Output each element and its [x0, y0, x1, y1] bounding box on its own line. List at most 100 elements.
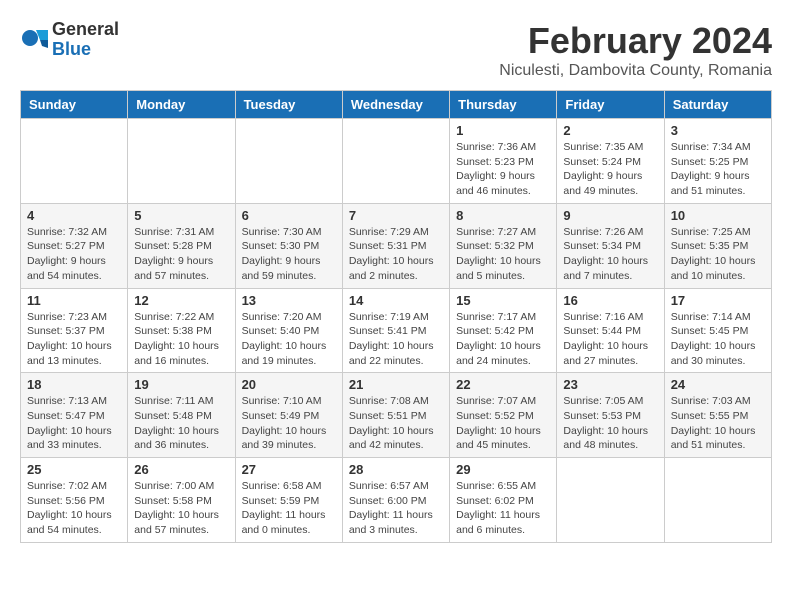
day-number: 2 — [563, 123, 657, 138]
col-saturday: Saturday — [664, 91, 771, 119]
day-info: Sunrise: 6:58 AM Sunset: 5:59 PM Dayligh… — [242, 479, 336, 538]
day-number: 22 — [456, 377, 550, 392]
calendar-cell: 9 Sunrise: 7:26 AM Sunset: 5:34 PM Daylig… — [557, 203, 664, 288]
day-info: Sunrise: 7:35 AM Sunset: 5:24 PM Dayligh… — [563, 140, 657, 199]
calendar-week-row: 18 Sunrise: 7:13 AM Sunset: 5:47 PM Dayli… — [21, 373, 772, 458]
col-monday: Monday — [128, 91, 235, 119]
day-number: 5 — [134, 208, 228, 223]
calendar-cell: 29 Sunrise: 6:55 AM Sunset: 6:02 PM Dayli… — [450, 458, 557, 543]
calendar-cell: 6 Sunrise: 7:30 AM Sunset: 5:30 PM Daylig… — [235, 203, 342, 288]
calendar-cell: 19 Sunrise: 7:11 AM Sunset: 5:48 PM Dayli… — [128, 373, 235, 458]
day-info: Sunrise: 6:57 AM Sunset: 6:00 PM Dayligh… — [349, 479, 443, 538]
calendar-cell: 20Sunrise: 7:10 AM Sunset: 5:49 PM Dayli… — [235, 373, 342, 458]
calendar-cell: 24 Sunrise: 7:03 AM Sunset: 5:55 PM Dayli… — [664, 373, 771, 458]
calendar-cell — [342, 119, 449, 204]
day-info: Sunrise: 7:25 AM Sunset: 5:35 PM Dayligh… — [671, 225, 765, 284]
calendar-cell: 18 Sunrise: 7:13 AM Sunset: 5:47 PM Dayli… — [21, 373, 128, 458]
calendar-cell: 23Sunrise: 7:05 AM Sunset: 5:53 PM Dayli… — [557, 373, 664, 458]
day-info: Sunrise: 7:17 AM Sunset: 5:42 PM Dayligh… — [456, 310, 550, 369]
header-row: Sunday Monday Tuesday Wednesday Thursday… — [21, 91, 772, 119]
day-number: 1 — [456, 123, 550, 138]
day-number: 25 — [27, 462, 121, 477]
day-number: 3 — [671, 123, 765, 138]
calendar-cell: 21 Sunrise: 7:08 AM Sunset: 5:51 PM Dayli… — [342, 373, 449, 458]
calendar-cell — [557, 458, 664, 543]
day-info: Sunrise: 7:08 AM Sunset: 5:51 PM Dayligh… — [349, 394, 443, 453]
logo-general: General — [52, 20, 119, 40]
calendar-cell: 10 Sunrise: 7:25 AM Sunset: 5:35 PM Dayli… — [664, 203, 771, 288]
day-info: Sunrise: 7:34 AM Sunset: 5:25 PM Dayligh… — [671, 140, 765, 199]
calendar-cell: 16 Sunrise: 7:16 AM Sunset: 5:44 PM Dayli… — [557, 288, 664, 373]
day-info: Sunrise: 7:31 AM Sunset: 5:28 PM Dayligh… — [134, 225, 228, 284]
logo-blue: Blue — [52, 40, 119, 60]
day-number: 17 — [671, 293, 765, 308]
calendar-week-row: 1 Sunrise: 7:36 AM Sunset: 5:23 PM Daylig… — [21, 119, 772, 204]
calendar-cell: 28 Sunrise: 6:57 AM Sunset: 6:00 PM Dayli… — [342, 458, 449, 543]
day-number: 27 — [242, 462, 336, 477]
logo-text: General Blue — [52, 20, 119, 60]
day-number: 8 — [456, 208, 550, 223]
day-info: Sunrise: 7:22 AM Sunset: 5:38 PM Dayligh… — [134, 310, 228, 369]
day-number: 6 — [242, 208, 336, 223]
calendar-cell: 13 Sunrise: 7:20 AM Sunset: 5:40 PM Dayli… — [235, 288, 342, 373]
day-number: 9 — [563, 208, 657, 223]
day-number: 15 — [456, 293, 550, 308]
day-number: 24 — [671, 377, 765, 392]
day-number: 28 — [349, 462, 443, 477]
day-number: 16 — [563, 293, 657, 308]
calendar-cell: 8 Sunrise: 7:27 AM Sunset: 5:32 PM Daylig… — [450, 203, 557, 288]
day-info: Sunrise: 7:32 AM Sunset: 5:27 PM Dayligh… — [27, 225, 121, 284]
calendar-week-row: 11Sunrise: 7:23 AM Sunset: 5:37 PM Dayli… — [21, 288, 772, 373]
day-info: Sunrise: 7:20 AM Sunset: 5:40 PM Dayligh… — [242, 310, 336, 369]
day-number: 12 — [134, 293, 228, 308]
calendar-table: Sunday Monday Tuesday Wednesday Thursday… — [20, 90, 772, 543]
calendar-cell: 7 Sunrise: 7:29 AM Sunset: 5:31 PM Daylig… — [342, 203, 449, 288]
calendar-cell — [21, 119, 128, 204]
logo: General Blue — [20, 20, 119, 60]
day-info: Sunrise: 7:07 AM Sunset: 5:52 PM Dayligh… — [456, 394, 550, 453]
calendar-cell: 12 Sunrise: 7:22 AM Sunset: 5:38 PM Dayli… — [128, 288, 235, 373]
day-number: 21 — [349, 377, 443, 392]
day-info: Sunrise: 7:11 AM Sunset: 5:48 PM Dayligh… — [134, 394, 228, 453]
day-number: 14 — [349, 293, 443, 308]
day-number: 26 — [134, 462, 228, 477]
calendar-cell: 11Sunrise: 7:23 AM Sunset: 5:37 PM Dayli… — [21, 288, 128, 373]
day-info: Sunrise: 7:19 AM Sunset: 5:41 PM Dayligh… — [349, 310, 443, 369]
calendar-week-row: 4Sunrise: 7:32 AM Sunset: 5:27 PM Daylig… — [21, 203, 772, 288]
day-info: Sunrise: 7:16 AM Sunset: 5:44 PM Dayligh… — [563, 310, 657, 369]
day-number: 23 — [563, 377, 657, 392]
day-number: 19 — [134, 377, 228, 392]
day-info: Sunrise: 7:30 AM Sunset: 5:30 PM Dayligh… — [242, 225, 336, 284]
calendar-cell: 2 Sunrise: 7:35 AM Sunset: 5:24 PM Daylig… — [557, 119, 664, 204]
calendar-cell: 22 Sunrise: 7:07 AM Sunset: 5:52 PM Dayli… — [450, 373, 557, 458]
day-info: Sunrise: 7:13 AM Sunset: 5:47 PM Dayligh… — [27, 394, 121, 453]
calendar-cell: 27 Sunrise: 6:58 AM Sunset: 5:59 PM Dayli… — [235, 458, 342, 543]
calendar-cell: 4Sunrise: 7:32 AM Sunset: 5:27 PM Daylig… — [21, 203, 128, 288]
day-info: Sunrise: 7:14 AM Sunset: 5:45 PM Dayligh… — [671, 310, 765, 369]
day-info: Sunrise: 6:55 AM Sunset: 6:02 PM Dayligh… — [456, 479, 550, 538]
col-tuesday: Tuesday — [235, 91, 342, 119]
day-info: Sunrise: 7:03 AM Sunset: 5:55 PM Dayligh… — [671, 394, 765, 453]
calendar-cell: 1 Sunrise: 7:36 AM Sunset: 5:23 PM Daylig… — [450, 119, 557, 204]
col-friday: Friday — [557, 91, 664, 119]
day-info: Sunrise: 7:00 AM Sunset: 5:58 PM Dayligh… — [134, 479, 228, 538]
day-number: 20 — [242, 377, 336, 392]
day-info: Sunrise: 7:26 AM Sunset: 5:34 PM Dayligh… — [563, 225, 657, 284]
calendar-cell: 26 Sunrise: 7:00 AM Sunset: 5:58 PM Dayli… — [128, 458, 235, 543]
calendar-cell — [128, 119, 235, 204]
day-number: 18 — [27, 377, 121, 392]
title-section: February 2024 Niculesti, Dambovita Count… — [499, 20, 772, 80]
day-number: 11 — [27, 293, 121, 308]
month-title: February 2024 — [499, 20, 772, 62]
day-number: 29 — [456, 462, 550, 477]
calendar-week-row: 25Sunrise: 7:02 AM Sunset: 5:56 PM Dayli… — [21, 458, 772, 543]
day-number: 7 — [349, 208, 443, 223]
calendar-cell: 14 Sunrise: 7:19 AM Sunset: 5:41 PM Dayli… — [342, 288, 449, 373]
day-info: Sunrise: 7:29 AM Sunset: 5:31 PM Dayligh… — [349, 225, 443, 284]
day-info: Sunrise: 7:27 AM Sunset: 5:32 PM Dayligh… — [456, 225, 550, 284]
day-number: 13 — [242, 293, 336, 308]
col-sunday: Sunday — [21, 91, 128, 119]
day-number: 10 — [671, 208, 765, 223]
calendar-cell — [664, 458, 771, 543]
day-info: Sunrise: 7:36 AM Sunset: 5:23 PM Dayligh… — [456, 140, 550, 199]
